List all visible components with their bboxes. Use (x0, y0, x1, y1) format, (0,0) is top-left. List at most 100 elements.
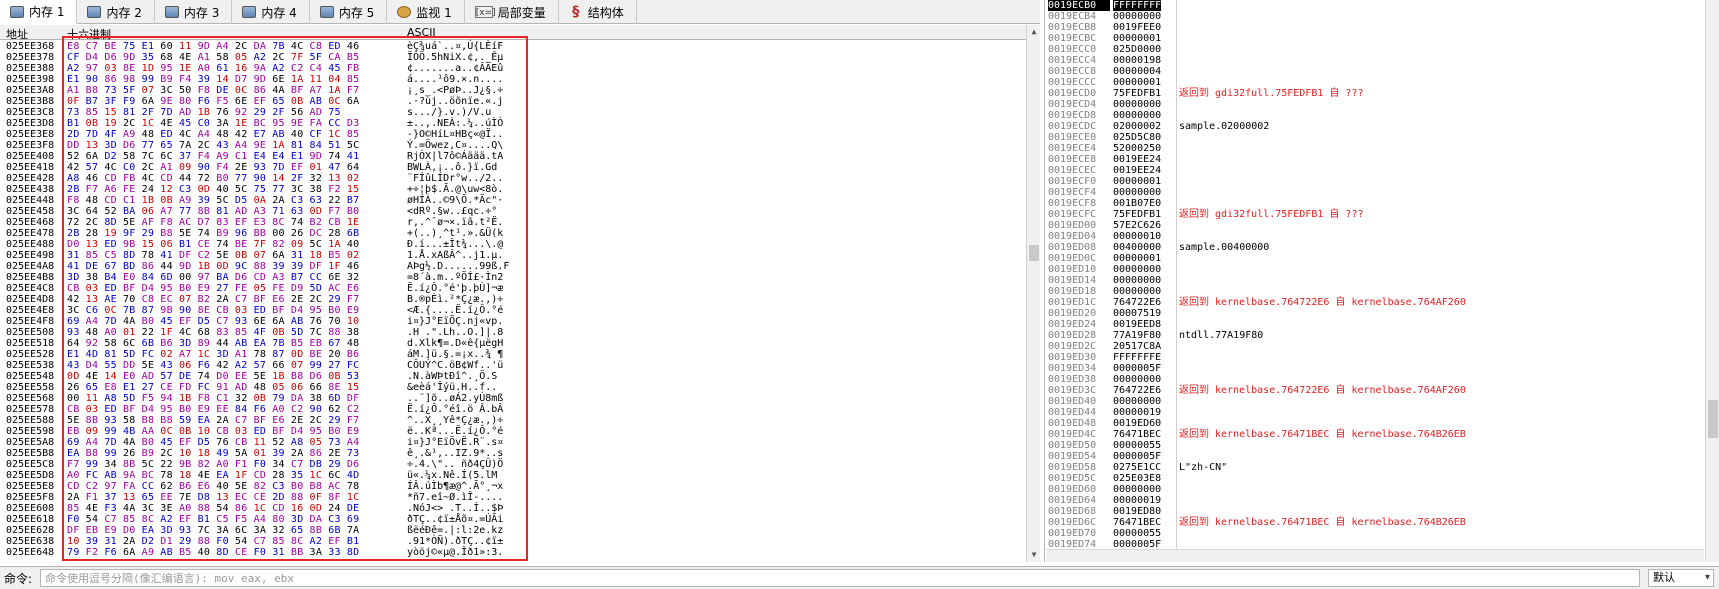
hex-byte[interactable]: AD (235, 206, 248, 217)
hex-byte[interactable]: 37 (179, 151, 192, 162)
hex-byte[interactable]: 18 (198, 448, 211, 459)
hex-byte[interactable]: 54 (86, 514, 99, 525)
hex-byte[interactable]: ED (104, 283, 117, 294)
dump-row[interactable]: 025EE548 0D 4E 14 E0 AD 57 DE 74 D0 EE 5E 1B B8 D6 0B 53… (0, 371, 1026, 382)
hex-byte[interactable]: 07 (142, 85, 155, 96)
hex-byte[interactable]: DE (86, 261, 99, 272)
hex-byte[interactable]: 2E (291, 294, 304, 305)
hex-byte[interactable]: 05 (310, 437, 323, 448)
hex-byte[interactable]: B0 (179, 283, 192, 294)
hex-byte[interactable]: C6 (86, 305, 99, 316)
stack-row[interactable]: 0019ED20 00007519 (1045, 308, 1719, 319)
hex-byte[interactable]: 68 (160, 52, 173, 63)
hex-byte[interactable]: CC (328, 118, 341, 129)
hex-byte[interactable]: 29 (179, 536, 192, 547)
hex-byte[interactable]: ED (104, 239, 117, 250)
hex-byte[interactable]: EF (235, 217, 248, 228)
hex-byte[interactable]: 95 (310, 305, 323, 316)
hex-byte[interactable]: 63 (291, 206, 304, 217)
hex-byte[interactable]: F2 (328, 184, 341, 195)
hex-byte[interactable]: FC (142, 349, 155, 360)
stack-row[interactable]: 0019ED40 00000000 (1045, 396, 1719, 407)
hex-byte[interactable]: 6C (328, 470, 341, 481)
stack-row[interactable]: 0019ECEC 0019EE24 (1045, 165, 1719, 176)
hex-byte[interactable]: F5 (142, 393, 155, 404)
hex-byte[interactable]: E9 (347, 305, 360, 316)
hex-byte[interactable]: 0D (216, 261, 229, 272)
hex-byte[interactable]: 11 (86, 393, 99, 404)
stack-row[interactable]: 0019ECC4 00000198 (1045, 55, 1719, 66)
hex-byte[interactable]: ED (328, 41, 341, 52)
hex-byte[interactable]: 15 (142, 239, 155, 250)
hex-byte[interactable]: 06 (142, 206, 155, 217)
hex-byte[interactable]: 6C (123, 338, 136, 349)
hex-byte[interactable]: A1 (198, 52, 211, 63)
hex-byte[interactable]: 81 (104, 349, 117, 360)
hex-byte[interactable]: 48 (216, 129, 229, 140)
hex-byte[interactable]: 39 (272, 448, 285, 459)
hex-byte[interactable]: 85 (347, 74, 360, 85)
dump-hex-bytes[interactable]: CB 03 ED BF D4 95 B0 E9 27 FE 05 FE D9 5D AC E6 (67, 283, 366, 294)
hex-byte[interactable]: DD (123, 360, 136, 371)
hex-byte[interactable]: 4C (179, 129, 192, 140)
hex-byte[interactable]: 3C (160, 85, 173, 96)
hex-byte[interactable]: 10 (198, 426, 211, 437)
hex-byte[interactable]: 80 (272, 514, 285, 525)
hex-byte[interactable]: 40 (198, 547, 211, 558)
hex-byte[interactable]: E0 (123, 371, 136, 382)
hex-byte[interactable]: 67 (104, 261, 117, 272)
hex-byte[interactable]: 97 (86, 63, 99, 74)
hex-byte[interactable]: 16 (291, 503, 304, 514)
hex-byte[interactable]: A7 (310, 85, 323, 96)
hex-byte[interactable]: FE (272, 283, 285, 294)
hex-byte[interactable]: 90 (254, 173, 267, 184)
hex-byte[interactable]: 1A (328, 85, 341, 96)
hex-byte[interactable]: E8 (104, 382, 117, 393)
hex-byte[interactable]: 57 (86, 162, 99, 173)
hex-byte[interactable]: BF (123, 283, 136, 294)
hex-byte[interactable]: ED (254, 426, 267, 437)
hex-byte[interactable]: 10 (179, 448, 192, 459)
hex-byte[interactable]: C7 (104, 514, 117, 525)
hex-byte[interactable]: A2 (67, 63, 80, 74)
hex-byte[interactable]: C5 (104, 250, 117, 261)
column-hex[interactable]: 十六进制 (67, 26, 111, 42)
hex-byte[interactable]: C0 (198, 118, 211, 129)
hex-byte[interactable]: 9D (123, 52, 136, 63)
hex-byte[interactable]: 43 (160, 360, 173, 371)
hex-byte[interactable]: 0D (198, 184, 211, 195)
hex-byte[interactable]: 4C (291, 41, 304, 52)
hex-byte[interactable]: 45 (160, 437, 173, 448)
hex-byte[interactable]: A1 (67, 85, 80, 96)
hex-byte[interactable]: EF (179, 316, 192, 327)
hex-byte[interactable]: 1C (347, 492, 360, 503)
hex-byte[interactable]: 74 (216, 239, 229, 250)
hex-byte[interactable]: 52 (104, 206, 117, 217)
hex-byte[interactable]: 0B (328, 371, 341, 382)
hex-byte[interactable]: D9 (291, 283, 304, 294)
hex-byte[interactable]: 09 (179, 162, 192, 173)
hex-byte[interactable]: 86 (254, 85, 267, 96)
hex-byte[interactable]: 9F (123, 228, 136, 239)
hex-byte[interactable]: 48 (142, 129, 155, 140)
hex-byte[interactable]: 86 (235, 503, 248, 514)
dump-row[interactable]: 025EE538 43 D4 55 DD 5E 43 06 F6 42 A2 57 66 07 99 27 FC… (0, 360, 1026, 371)
hex-byte[interactable]: E9 (104, 525, 117, 536)
hex-byte[interactable]: 11 (310, 74, 323, 85)
stack-row[interactable]: 0019ED08 00400000 sample.00400000 (1045, 242, 1719, 253)
hex-byte[interactable]: 2E (291, 415, 304, 426)
hex-byte[interactable]: 0D (291, 349, 304, 360)
dump-hex-bytes[interactable]: A1 B8 73 5F 07 3C 50 F8 DE 0C 86 4A BF A7 1A F7 (67, 85, 366, 96)
dump-hex-bytes[interactable]: 2B 28 19 9F 29 B8 5E 74 B9 96 BB 00 26 DC 28 6B (67, 228, 366, 239)
hex-byte[interactable]: 64 (347, 162, 360, 173)
hex-byte[interactable]: B0 (328, 426, 341, 437)
hex-byte[interactable]: 11 (179, 41, 192, 52)
hex-byte[interactable]: BF (254, 294, 267, 305)
hex-byte[interactable]: 71 (272, 206, 285, 217)
hex-byte[interactable]: EE (216, 404, 229, 415)
hex-byte[interactable]: 2B (67, 184, 80, 195)
hex-byte[interactable]: 24 (142, 184, 155, 195)
stack-row[interactable]: 0019ED04 00000010 (1045, 231, 1719, 242)
stack-row[interactable]: 0019ED6C 76471BEC 返回到 kernelbase.76471BEC … (1045, 517, 1719, 528)
hex-byte[interactable]: 54 (216, 503, 229, 514)
